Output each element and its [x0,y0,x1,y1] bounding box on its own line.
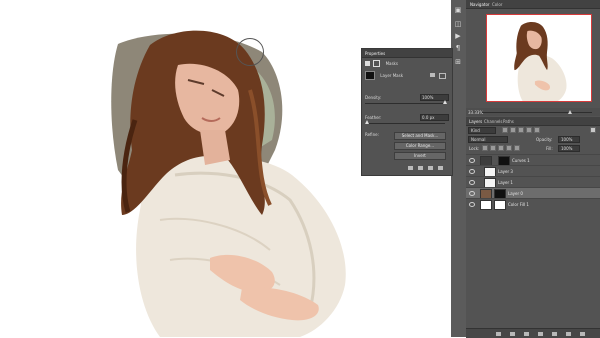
layer-mask-preview [365,71,375,80]
navigator-panel-icon[interactable]: ▣ [453,6,463,14]
properties-title-bar[interactable]: Properties [362,49,452,58]
new-group-icon[interactable] [552,332,557,336]
properties-panel-icon[interactable]: ⊞ [453,58,463,66]
layers-tab-bar: Layers Channels Paths [466,117,600,126]
color-fill-thumbnail [480,200,492,210]
add-vector-mask-icon[interactable] [439,73,446,79]
layer-mask-label: Layer Mask [380,72,404,78]
opacity-value: 100% [561,137,573,142]
select-pixel-mask-icon[interactable] [430,73,435,77]
blend-opacity-row: Normal Opacity: 100% [466,135,600,143]
new-adjustment-icon[interactable] [538,332,543,336]
kind-filter-label: Kind [471,128,480,133]
zoom-slider-knob[interactable] [568,110,572,114]
invert-button[interactable]: Invert [394,152,446,160]
layer-filter-row: Kind [466,126,600,134]
pixel-mask-icon[interactable] [365,61,370,66]
shape-filter-icon[interactable] [526,127,532,133]
blend-mode-label: Normal [471,137,486,142]
tab-navigator[interactable]: Navigator [470,2,490,7]
delete-mask-icon[interactable] [438,166,443,170]
tab-paths[interactable]: Paths [503,119,514,124]
blend-mode-select[interactable]: Normal [468,136,508,143]
zoom-value[interactable]: 33.33% [468,110,483,115]
visibility-eye-icon[interactable] [469,202,475,207]
layer-name[interactable]: Color Fill 1 [508,202,529,207]
type-filter-icon[interactable] [518,127,524,133]
select-and-mask-button[interactable]: Select and Mask... [394,132,446,140]
density-slider[interactable] [365,100,447,104]
delete-layer-icon[interactable] [580,332,585,336]
tab-color[interactable]: Color [492,2,502,7]
opacity-label: Opacity: [536,137,553,142]
smart-object-filter-icon[interactable] [534,127,540,133]
layer-name[interactable]: Layer 1 [498,180,513,185]
properties-panel: Properties Masks Layer Mask Density: 100… [361,48,453,176]
layer-row-layer3[interactable]: Layer 3 [466,165,600,177]
navigator-tab-bar: Navigator Color [466,0,600,9]
density-value: 100% [422,95,434,100]
adjustment-filter-icon[interactable] [510,127,516,133]
load-selection-icon[interactable] [408,166,413,170]
navigator-view-box[interactable] [486,14,592,102]
feather-slider-knob[interactable] [365,120,369,124]
refine-label: Refine: [365,132,379,137]
toggle-mask-icon[interactable] [428,166,433,170]
masks-header: Masks [365,60,398,67]
tab-layers[interactable]: Layers [469,119,482,124]
fill-label: Fill: [546,146,553,151]
zoom-slider[interactable] [482,110,592,114]
paragraph-panel-icon[interactable]: ¶ [453,44,463,52]
layer-row-curves[interactable]: Curves 1 [466,154,600,166]
layer-mask-row: Layer Mask [365,71,403,80]
kind-filter-select[interactable]: Kind [468,127,496,134]
lock-image-icon[interactable] [490,145,496,151]
visibility-eye-icon[interactable] [469,158,475,163]
navigator-panel [466,9,600,107]
navigator-zoom-bar: 33.33% [466,108,600,116]
history-panel-icon[interactable]: ◫ [453,20,463,28]
lock-fill-row: Lock: Fill: 100% [466,144,600,152]
lock-label: Lock: [469,146,480,151]
masks-label: Masks [385,60,398,66]
layer-name[interactable]: Layer 3 [498,169,513,174]
fill-value: 100% [561,146,573,151]
visibility-eye-icon[interactable] [469,180,475,185]
layer-row-color-fill[interactable]: Color Fill 1 [466,198,600,210]
fill-field[interactable]: 100% [558,145,580,152]
color-range-button[interactable]: Color Range... [394,142,446,150]
opacity-field[interactable]: 100% [558,136,580,143]
layers-panel: Layers Channels Paths Kind Normal Opacit… [466,117,600,338]
link-layers-icon[interactable] [496,332,501,336]
tab-channels[interactable]: Channels [484,119,503,124]
layer-name[interactable]: Curves 1 [512,158,530,163]
lock-position-icon[interactable] [498,145,504,151]
layer-mask-thumbnail[interactable] [494,200,506,210]
vector-mask-icon[interactable] [373,60,381,67]
filter-toggle-icon[interactable] [590,127,596,133]
brush-cursor-circle [236,38,264,66]
pixel-filter-icon[interactable] [502,127,508,133]
visibility-eye-icon[interactable] [469,169,475,174]
properties-title: Properties [365,51,386,56]
feather-value: 0.0 px [422,115,435,120]
actions-panel-icon[interactable]: ▶ [453,32,463,40]
lock-artboard-icon[interactable] [506,145,512,151]
new-layer-icon[interactable] [566,332,571,336]
layer-row-layer0[interactable]: Layer 0 [466,187,600,199]
apply-mask-icon[interactable] [418,166,423,170]
feather-field[interactable]: 0.0 px [420,114,449,121]
density-label: Density: [365,95,382,100]
lock-transparent-icon[interactable] [482,145,488,151]
add-mask-icon[interactable] [524,332,529,336]
layer-row-layer1[interactable]: Layer 1 [466,176,600,188]
panels-column: Navigator Color 33.33% Layers Channels P… [466,0,600,338]
visibility-eye-icon[interactable] [469,191,475,196]
layer-name[interactable]: Layer 0 [508,191,523,196]
feather-slider[interactable] [365,120,445,124]
layer-style-icon[interactable] [510,332,515,336]
lock-all-icon[interactable] [514,145,520,151]
density-slider-knob[interactable] [443,100,447,104]
panel-icon-strip: ▣ ◫ ▶ ¶ ⊞ [451,0,467,337]
